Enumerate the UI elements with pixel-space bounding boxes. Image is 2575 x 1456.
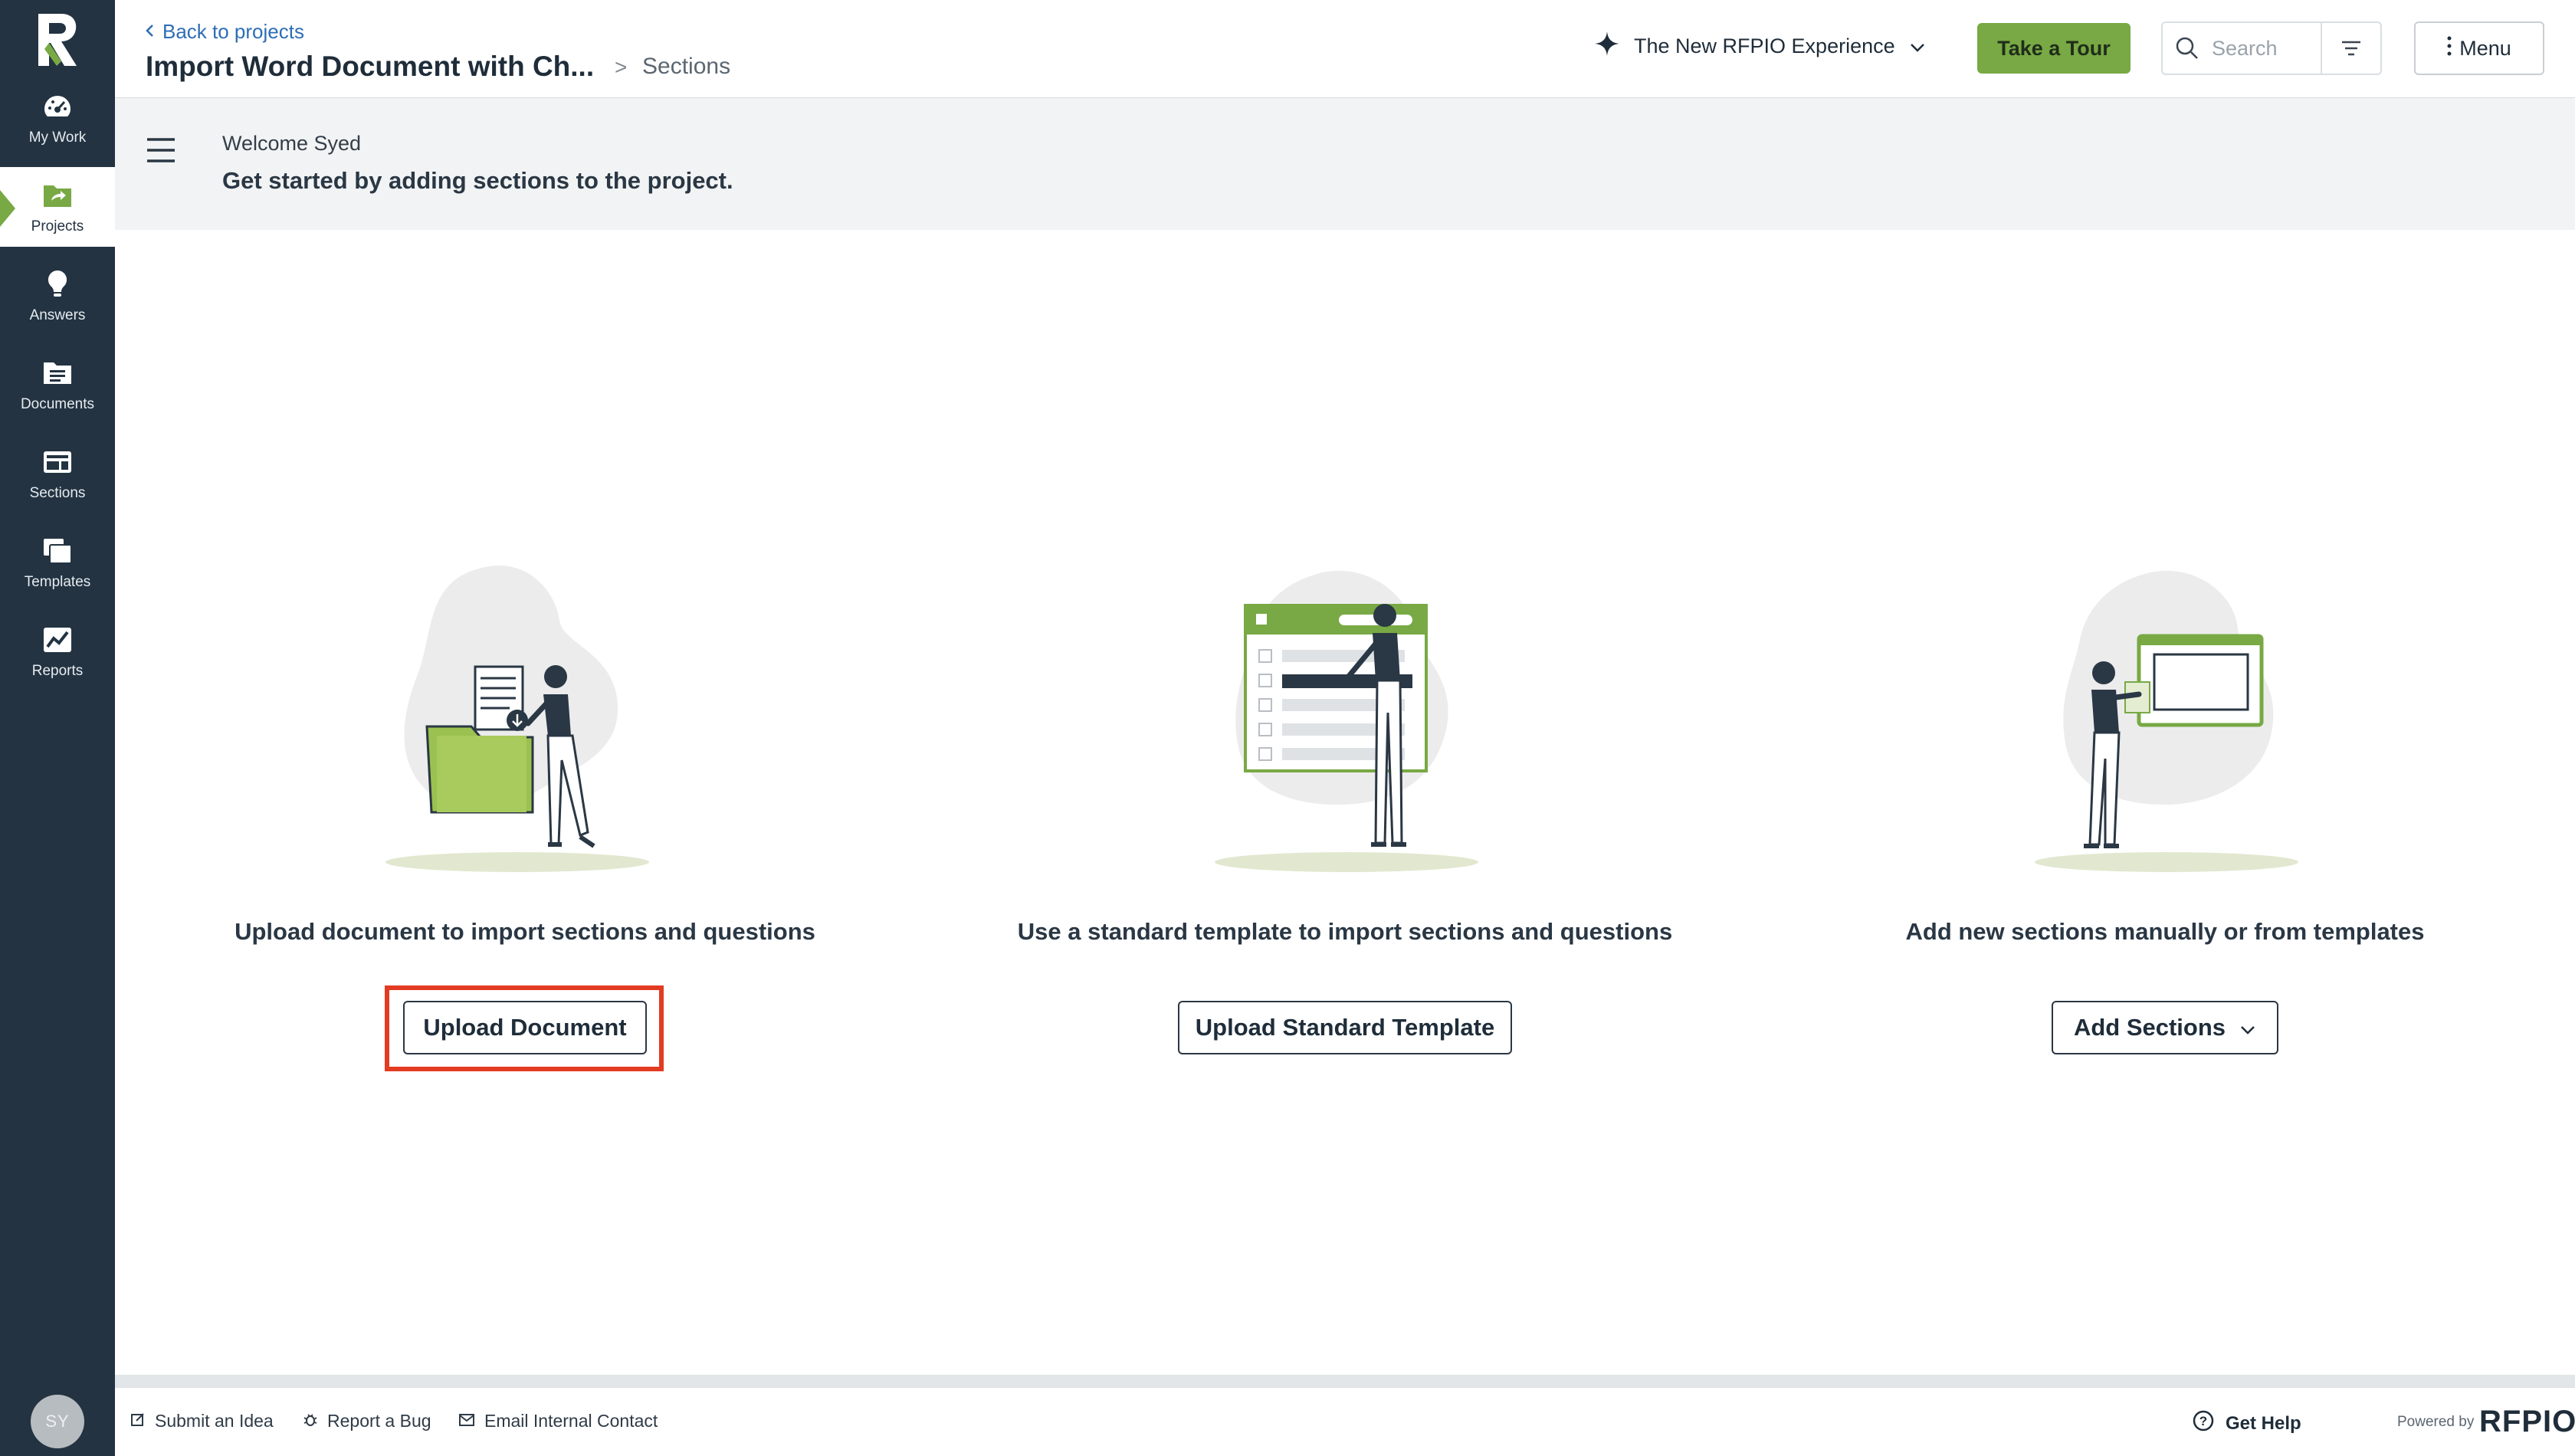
sidebar-item-label: Templates	[24, 574, 91, 590]
sidebar-item-label: Documents	[20, 396, 95, 412]
add-sections-illustration-icon	[2035, 570, 2298, 872]
sidebar-item-answers[interactable]: Answers	[0, 256, 115, 336]
welcome-message: Get started by adding sections to the pr…	[222, 167, 733, 194]
add-sections-label: Add Sections	[2073, 1014, 2226, 1041]
back-link-label: Back to projects	[162, 20, 304, 43]
sidebar-item-my-work[interactable]: My Work	[0, 78, 115, 158]
search-box	[2161, 21, 2382, 75]
mail-icon	[458, 1411, 475, 1431]
sparkle-icon	[1594, 31, 1620, 62]
projects-folder-icon	[41, 179, 74, 212]
welcome-banner: Welcome Syed Get started by adding secti…	[115, 100, 2575, 230]
email-contact-label: Email Internal Contact	[484, 1411, 658, 1431]
take-a-tour-button[interactable]: Take a Tour	[1977, 23, 2131, 74]
sidebar-item-projects[interactable]: Projects	[0, 167, 115, 247]
back-to-projects-link[interactable]: Back to projects	[144, 20, 304, 44]
search-input[interactable]	[2212, 36, 2319, 61]
experience-dropdown[interactable]: The New RFPIO Experience	[1594, 31, 1926, 62]
standard-template-card: Use a standard template to import sectio…	[962, 559, 1728, 946]
rfpio-brand-logo: RFPIO	[2479, 1405, 2575, 1438]
sidebar-item-documents[interactable]: Documents	[0, 345, 115, 425]
sidebar-item-label: Sections	[29, 485, 86, 501]
bug-icon	[303, 1411, 318, 1431]
menu-label: Menu	[2459, 36, 2511, 60]
sidebar-item-reports[interactable]: Reports	[0, 612, 115, 691]
chevron-down-icon	[1909, 34, 1926, 58]
sidebar-item-label: Answers	[29, 307, 86, 323]
upload-document-card: Upload document to import sections and q…	[142, 559, 908, 946]
submit-idea-link[interactable]: Submit an Idea	[130, 1411, 274, 1431]
template-card-description: Use a standard template to import sectio…	[1017, 918, 1673, 945]
breadcrumb-current: Sections	[642, 54, 731, 79]
upload-document-button[interactable]: Upload Document	[403, 1001, 647, 1054]
vertical-dots-icon	[2447, 36, 2452, 61]
lightbulb-icon	[41, 267, 74, 301]
sidebar-item-label: Reports	[31, 663, 84, 679]
dashboard-icon	[41, 90, 74, 123]
edit-icon	[130, 1411, 146, 1431]
templates-icon	[41, 534, 74, 568]
add-sections-card-description: Add new sections manually or from templa…	[1905, 918, 2425, 945]
reports-icon	[41, 623, 74, 657]
search-icon	[2163, 36, 2212, 61]
welcome-name: Welcome Syed	[222, 132, 362, 155]
page-title: Import Word Document with Ch...	[146, 51, 595, 82]
get-help-label: Get Help	[2226, 1412, 2301, 1434]
standard-template-illustration-icon	[1215, 570, 1478, 872]
report-bug-link[interactable]: Report a Bug	[303, 1411, 431, 1431]
sidebar-item-label: Projects	[31, 218, 84, 234]
chevron-left-icon	[144, 20, 155, 44]
powered-by-label: Powered by	[2397, 1414, 2475, 1430]
breadcrumb-separator: >	[615, 55, 628, 79]
top-header: Back to projects Import Word Document wi…	[115, 0, 2575, 98]
upload-standard-template-button[interactable]: Upload Standard Template	[1178, 1001, 1512, 1054]
sidebar-item-sections[interactable]: Sections	[0, 434, 115, 513]
report-bug-label: Report a Bug	[327, 1411, 431, 1431]
get-help-button[interactable]: ? Get Help	[2192, 1409, 2301, 1438]
sections-icon	[41, 445, 74, 479]
left-sidebar: My Work Projects Answers Documents Secti…	[0, 0, 115, 1456]
rfpio-logo-icon[interactable]	[31, 11, 84, 69]
add-sections-button[interactable]: Add Sections	[2052, 1001, 2278, 1054]
hamburger-menu-icon[interactable]	[144, 135, 178, 166]
avatar[interactable]: SY	[31, 1395, 84, 1448]
submit-idea-label: Submit an Idea	[155, 1411, 274, 1431]
svg-text:?: ?	[2199, 1414, 2207, 1428]
footer: Submit an Idea Report a Bug Email Intern…	[115, 1387, 2575, 1456]
experience-label: The New RFPIO Experience	[1634, 34, 1895, 57]
documents-icon	[41, 356, 74, 390]
filter-icon[interactable]	[2321, 23, 2380, 74]
add-sections-card: Add new sections manually or from templa…	[1782, 559, 2548, 946]
upload-card-description: Upload document to import sections and q…	[235, 918, 815, 945]
sidebar-item-templates[interactable]: Templates	[0, 523, 115, 602]
help-circle-icon: ?	[2192, 1409, 2215, 1438]
menu-button[interactable]: Menu	[2414, 21, 2544, 75]
footer-divider	[115, 1375, 2575, 1387]
chevron-down-icon	[2239, 1014, 2256, 1041]
email-internal-contact-link[interactable]: Email Internal Contact	[458, 1411, 658, 1431]
sidebar-item-label: My Work	[28, 130, 87, 146]
upload-document-illustration-icon	[385, 565, 649, 872]
